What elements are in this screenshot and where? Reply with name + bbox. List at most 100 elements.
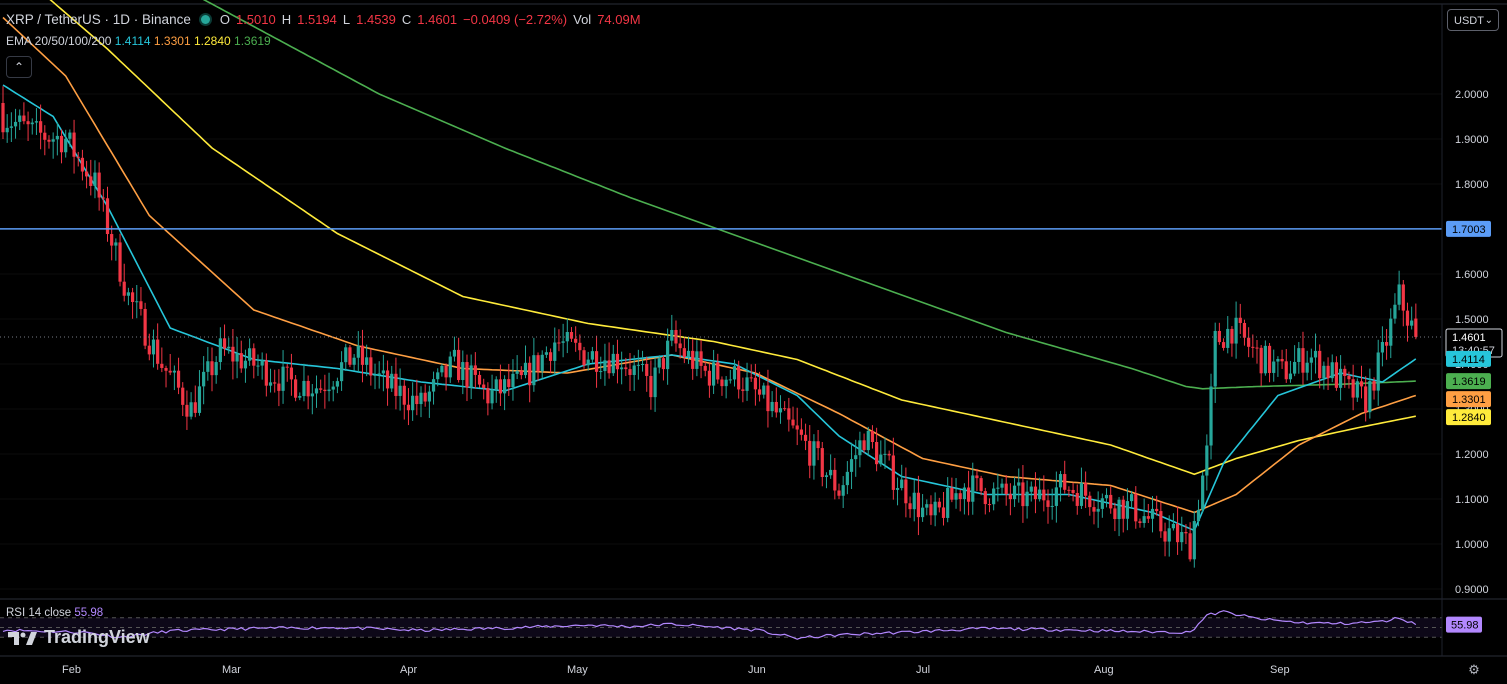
candle[interactable]: [227, 346, 231, 349]
candle[interactable]: [1322, 365, 1326, 379]
candle[interactable]: [9, 126, 13, 128]
candle[interactable]: [1284, 361, 1288, 380]
candle[interactable]: [147, 345, 151, 355]
candle[interactable]: [1221, 342, 1226, 348]
candle[interactable]: [519, 370, 523, 376]
candle[interactable]: [1192, 521, 1196, 560]
candle[interactable]: [891, 455, 895, 490]
candle[interactable]: [1272, 361, 1276, 373]
candle[interactable]: [971, 475, 975, 502]
candle[interactable]: [962, 487, 966, 500]
candle[interactable]: [1029, 486, 1033, 492]
candle[interactable]: [43, 132, 47, 140]
candle[interactable]: [1075, 492, 1079, 506]
candle[interactable]: [327, 389, 331, 392]
candle[interactable]: [1397, 284, 1401, 305]
candle[interactable]: [1309, 357, 1313, 363]
candle[interactable]: [854, 455, 858, 460]
candle[interactable]: [900, 479, 904, 489]
candle[interactable]: [176, 370, 181, 388]
chevron-up-icon[interactable]: ⌃: [6, 56, 32, 78]
candle[interactable]: [377, 373, 381, 375]
candle[interactable]: [1326, 365, 1330, 379]
candle[interactable]: [611, 353, 615, 374]
candle[interactable]: [1242, 322, 1247, 338]
candle[interactable]: [1313, 350, 1318, 358]
candle[interactable]: [975, 475, 979, 479]
candle[interactable]: [548, 352, 553, 361]
candle[interactable]: [143, 308, 147, 346]
candle[interactable]: [494, 379, 498, 390]
candle[interactable]: [356, 345, 360, 358]
candle[interactable]: [114, 242, 118, 246]
candle[interactable]: [235, 353, 239, 362]
candle[interactable]: [1063, 474, 1067, 490]
candle[interactable]: [339, 362, 344, 382]
candle[interactable]: [925, 504, 929, 508]
candle[interactable]: [381, 370, 385, 374]
candle[interactable]: [1171, 523, 1175, 529]
candle[interactable]: [101, 197, 105, 199]
candle[interactable]: [1259, 347, 1263, 374]
candle[interactable]: [1251, 346, 1255, 348]
candle[interactable]: [816, 441, 820, 449]
candle[interactable]: [528, 362, 532, 386]
candle[interactable]: [1263, 345, 1267, 374]
candle[interactable]: [996, 487, 1000, 489]
candle[interactable]: [640, 363, 645, 365]
candle[interactable]: [1130, 494, 1134, 502]
candle[interactable]: [181, 387, 185, 405]
candle[interactable]: [1163, 531, 1167, 542]
candle[interactable]: [1234, 317, 1238, 344]
candle[interactable]: [941, 507, 946, 518]
candle[interactable]: [448, 356, 452, 378]
candle[interactable]: [958, 493, 962, 500]
candle[interactable]: [670, 329, 674, 341]
candle[interactable]: [331, 386, 335, 390]
candle[interactable]: [80, 157, 85, 172]
candle[interactable]: [523, 362, 528, 376]
candle[interactable]: [933, 501, 937, 516]
candle[interactable]: [452, 349, 457, 357]
candle[interactable]: [1071, 489, 1075, 493]
candle[interactable]: [490, 389, 494, 404]
candle[interactable]: [607, 360, 611, 374]
candle[interactable]: [482, 384, 486, 388]
symbol-title[interactable]: XRP / TetherUS · 1D · Binance: [6, 12, 191, 27]
candle[interactable]: [716, 362, 720, 380]
candle[interactable]: [1012, 485, 1017, 500]
candle[interactable]: [1339, 368, 1343, 388]
candle[interactable]: [1343, 368, 1347, 376]
candle[interactable]: [319, 388, 323, 390]
candle[interactable]: [18, 115, 22, 122]
candle[interactable]: [1008, 494, 1012, 500]
candle[interactable]: [829, 469, 833, 476]
candle[interactable]: [1, 103, 5, 133]
candle[interactable]: [1393, 304, 1397, 319]
candle[interactable]: [808, 440, 812, 466]
candle[interactable]: [1000, 483, 1004, 488]
candle[interactable]: [636, 364, 640, 366]
candle[interactable]: [22, 115, 26, 122]
candle[interactable]: [966, 487, 971, 502]
candle[interactable]: [561, 341, 565, 343]
tradingview-logo[interactable]: TradingView: [8, 627, 150, 648]
candle[interactable]: [615, 353, 620, 370]
candle[interactable]: [1121, 499, 1125, 519]
candle[interactable]: [385, 370, 390, 389]
candle[interactable]: [210, 361, 214, 376]
candle[interactable]: [720, 379, 724, 387]
candle[interactable]: [302, 380, 306, 397]
candle[interactable]: [197, 386, 202, 413]
candle[interactable]: [294, 379, 298, 398]
candle[interactable]: [97, 172, 101, 198]
candle[interactable]: [661, 358, 666, 370]
candle[interactable]: [682, 348, 686, 357]
candle[interactable]: [1050, 505, 1054, 507]
candle[interactable]: [1184, 532, 1188, 534]
candle[interactable]: [599, 371, 603, 373]
candle[interactable]: [189, 402, 193, 417]
candle[interactable]: [1305, 362, 1309, 373]
candle[interactable]: [373, 374, 377, 376]
candle[interactable]: [231, 346, 235, 362]
